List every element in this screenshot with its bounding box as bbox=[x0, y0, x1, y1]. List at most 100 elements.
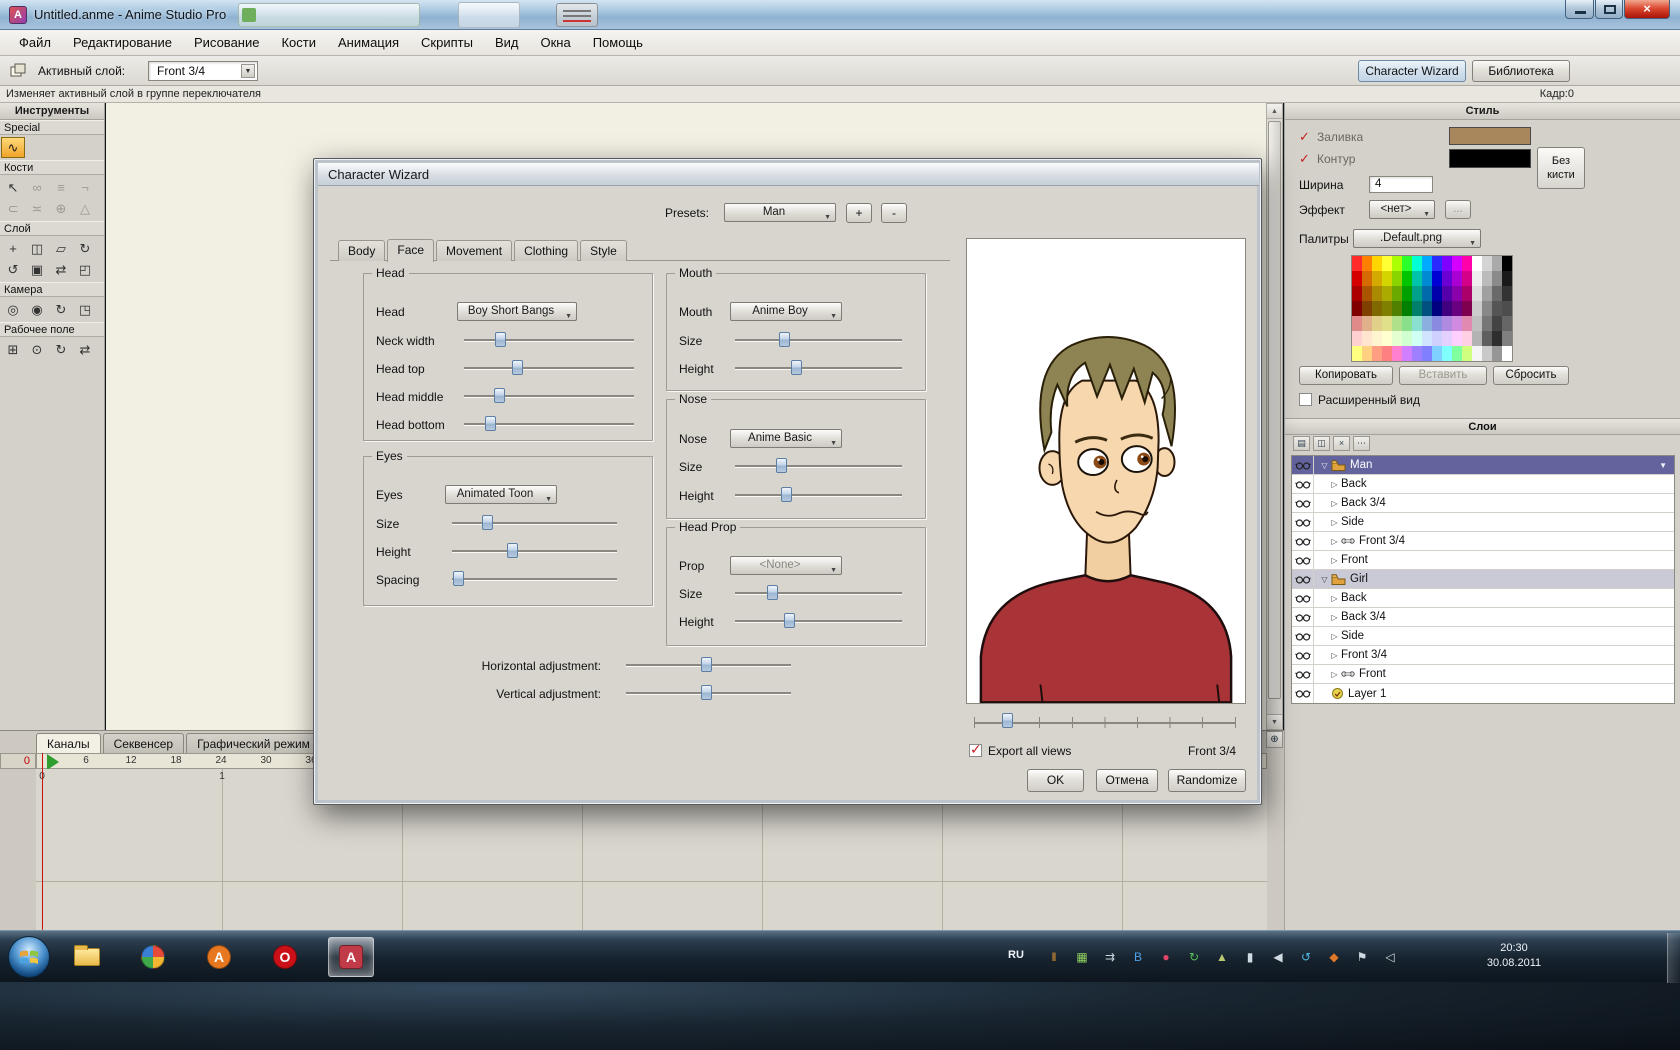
menu-file[interactable]: Файл bbox=[8, 31, 62, 54]
tab-movement[interactable]: Movement bbox=[436, 240, 513, 261]
expand-toggle-icon[interactable]: ▷ bbox=[1328, 651, 1341, 660]
flip-layer-tool-icon[interactable]: ⇄ bbox=[49, 259, 73, 280]
palette-swatch[interactable] bbox=[1472, 316, 1482, 331]
playhead-marker-icon[interactable] bbox=[47, 754, 59, 770]
layer-row[interactable]: ▷ Front bbox=[1292, 665, 1674, 684]
expand-toggle-icon[interactable]: ▽ bbox=[1318, 461, 1331, 470]
menu-windows[interactable]: Окна bbox=[529, 31, 581, 54]
tray-volume-icon[interactable]: ◁ bbox=[1380, 950, 1400, 964]
taskbar-aimp-button[interactable]: A bbox=[196, 937, 242, 977]
slider-thumb[interactable] bbox=[700, 685, 712, 700]
palette-swatch[interactable] bbox=[1492, 301, 1502, 316]
palette-swatch[interactable] bbox=[1412, 286, 1422, 301]
palette-swatch[interactable] bbox=[1422, 331, 1432, 346]
mouth-size-slider[interactable] bbox=[735, 331, 902, 348]
select-bone-tool-icon[interactable]: ↖ bbox=[1, 177, 25, 198]
taskbar-explorer-button[interactable] bbox=[64, 937, 110, 977]
palette-swatch[interactable] bbox=[1422, 256, 1432, 271]
tray-defender-icon[interactable]: ▲ bbox=[1212, 950, 1232, 964]
window-titlebar[interactable]: A Untitled.anme - Anime Studio Pro × bbox=[0, 0, 1680, 30]
palette-swatch[interactable] bbox=[1442, 256, 1452, 271]
prop-type-dropdown[interactable]: <None> ▼ bbox=[730, 556, 842, 575]
layer-row[interactable]: ▷ Side bbox=[1292, 513, 1674, 532]
palette-swatch[interactable] bbox=[1472, 346, 1482, 361]
translate-bone-tool-icon[interactable]: ∞ bbox=[25, 177, 49, 198]
visibility-glasses-icon[interactable] bbox=[1292, 456, 1314, 474]
add-bone-tool-icon[interactable]: ⊂ bbox=[1, 198, 25, 219]
palette-swatch[interactable] bbox=[1412, 301, 1422, 316]
layer-origin-tool-icon[interactable]: ◰ bbox=[73, 259, 97, 280]
palette-swatch[interactable] bbox=[1402, 301, 1412, 316]
layer-menu-arrow-icon[interactable]: ▼ bbox=[1659, 461, 1667, 470]
slider-thumb[interactable] bbox=[482, 515, 494, 530]
palette-swatch[interactable] bbox=[1352, 301, 1362, 316]
palette-swatch[interactable] bbox=[1382, 316, 1392, 331]
palette-swatch[interactable] bbox=[1402, 316, 1412, 331]
slider-thumb[interactable] bbox=[780, 487, 792, 502]
menu-bones[interactable]: Кости bbox=[270, 31, 327, 54]
slider-thumb[interactable] bbox=[512, 360, 524, 375]
visibility-glasses-icon[interactable] bbox=[1292, 513, 1314, 531]
palette-swatch[interactable] bbox=[1372, 256, 1382, 271]
layer-row[interactable]: ▽ Man ▼ bbox=[1292, 456, 1674, 475]
eyes-height-slider[interactable] bbox=[452, 542, 617, 559]
cancel-button[interactable]: Отмена bbox=[1096, 769, 1158, 792]
slider-thumb[interactable] bbox=[784, 613, 796, 628]
palette-swatch[interactable] bbox=[1432, 331, 1442, 346]
palette-swatch[interactable] bbox=[1502, 271, 1512, 286]
palette-swatch[interactable] bbox=[1482, 301, 1492, 316]
palette-swatch[interactable] bbox=[1472, 256, 1482, 271]
expand-toggle-icon[interactable]: ▷ bbox=[1328, 632, 1341, 641]
view-angle-slider[interactable] bbox=[974, 713, 1236, 731]
palette-swatch[interactable] bbox=[1422, 301, 1432, 316]
new-layer-tool-icon[interactable]: + bbox=[1, 238, 25, 259]
neck-width-slider[interactable] bbox=[464, 331, 634, 348]
layer-row[interactable]: ▷ Front bbox=[1292, 551, 1674, 570]
palette-swatch[interactable] bbox=[1432, 256, 1442, 271]
palette-swatch[interactable] bbox=[1452, 256, 1462, 271]
palette-swatch[interactable] bbox=[1482, 286, 1492, 301]
tray-bluetooth-icon[interactable]: B bbox=[1128, 950, 1148, 964]
reset-style-button[interactable]: Сбросить bbox=[1493, 366, 1569, 385]
character-wizard-button[interactable]: Character Wizard bbox=[1358, 60, 1466, 82]
expand-toggle-icon[interactable]: ▷ bbox=[1328, 670, 1341, 679]
slider-thumb[interactable] bbox=[700, 657, 712, 672]
close-button[interactable]: × bbox=[1624, 0, 1670, 19]
palette-swatch[interactable] bbox=[1502, 331, 1512, 346]
palette-swatch[interactable] bbox=[1492, 346, 1502, 361]
palette-swatch[interactable] bbox=[1382, 256, 1392, 271]
palette-swatch[interactable] bbox=[1442, 346, 1452, 361]
palette-swatch[interactable] bbox=[1402, 346, 1412, 361]
vertical-adjustment-slider[interactable] bbox=[626, 684, 791, 701]
visibility-glasses-icon[interactable] bbox=[1292, 608, 1314, 626]
taskbar-anime-studio-button[interactable]: A bbox=[328, 937, 374, 977]
width-input[interactable]: 4 bbox=[1369, 176, 1433, 193]
slider-thumb[interactable] bbox=[452, 571, 464, 586]
mouth-type-dropdown[interactable]: Anime Boy ▼ bbox=[730, 302, 842, 321]
menu-scripts[interactable]: Скрипты bbox=[410, 31, 484, 54]
palette-swatch[interactable] bbox=[1482, 271, 1492, 286]
paste-style-button[interactable]: Вставить bbox=[1399, 366, 1487, 385]
minimize-button[interactable] bbox=[1565, 0, 1594, 19]
timeline-zoom-button[interactable]: ⊕ bbox=[1266, 731, 1283, 748]
tab-face[interactable]: Face bbox=[387, 239, 435, 262]
expand-toggle-icon[interactable]: ▷ bbox=[1328, 613, 1341, 622]
palette-swatch[interactable] bbox=[1432, 316, 1442, 331]
palette-swatch[interactable] bbox=[1442, 301, 1452, 316]
layer-row[interactable]: ▷ Back 3/4 bbox=[1292, 494, 1674, 513]
palette-swatch[interactable] bbox=[1402, 286, 1412, 301]
palette-swatch[interactable] bbox=[1352, 256, 1362, 271]
roll-camera-tool-icon[interactable]: ↻ bbox=[49, 299, 73, 320]
layer-row[interactable]: ▷ Front 3/4 bbox=[1292, 646, 1674, 665]
visibility-glasses-icon[interactable] bbox=[1292, 684, 1314, 703]
palette-swatch[interactable] bbox=[1502, 301, 1512, 316]
prop-size-slider[interactable] bbox=[735, 584, 902, 601]
visibility-glasses-icon[interactable] bbox=[1292, 551, 1314, 569]
manipulate-bones-tool-icon[interactable]: ≡ bbox=[49, 177, 73, 198]
extended-view-checkbox[interactable] bbox=[1299, 393, 1312, 406]
nose-height-slider[interactable] bbox=[735, 486, 902, 503]
palette-swatch[interactable] bbox=[1422, 316, 1432, 331]
maximize-button[interactable] bbox=[1595, 0, 1623, 19]
palette-swatch[interactable] bbox=[1452, 286, 1462, 301]
special-tool-tool-icon[interactable]: ∿ bbox=[1, 137, 25, 158]
